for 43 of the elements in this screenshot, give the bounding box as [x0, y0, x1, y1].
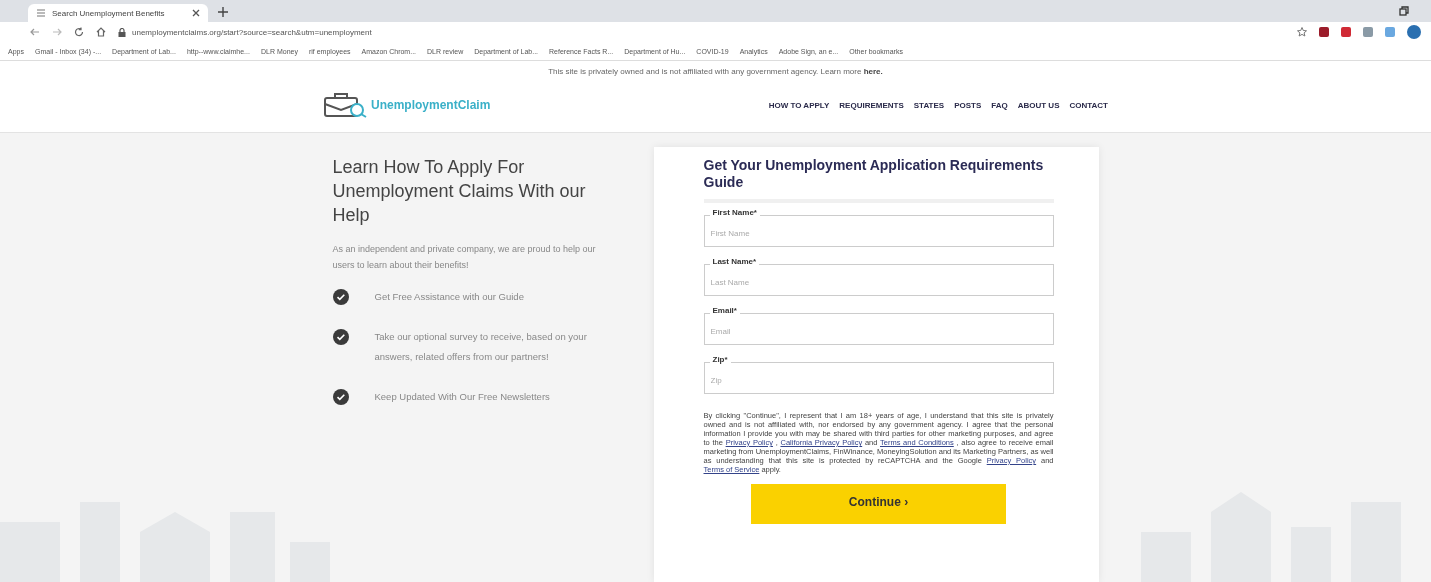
check-circle-icon — [332, 289, 349, 305]
tab-title: Search Unemployment Benefits — [52, 8, 166, 18]
nav-link[interactable]: FAQ — [991, 100, 1008, 110]
field-label: Email* — [709, 306, 740, 315]
feature-text: Take our optional survey to receive, based on your answers, related offers from our partners! — [374, 330, 588, 364]
star-icon[interactable] — [1297, 27, 1307, 37]
lock-icon — [118, 27, 126, 37]
input-field[interactable]: Email — [703, 313, 1054, 345]
feature-text: Keep Updated With Our Free Newsletters — [374, 390, 550, 404]
page-icon — [36, 8, 46, 18]
nav-link[interactable]: CONTACT — [1069, 100, 1108, 110]
close-icon[interactable] — [192, 9, 200, 17]
input-field[interactable]: Zip — [703, 362, 1054, 394]
input-field[interactable]: Last Name — [703, 264, 1054, 296]
continue-button[interactable]: Continue › — [751, 484, 1006, 524]
check-circle-icon — [332, 329, 349, 345]
nav-link[interactable]: HOW TO APPLY — [768, 100, 830, 110]
intro-heading: Learn How To Apply For Unemployment Claims With our Help — [332, 156, 587, 227]
nav-link[interactable]: POSTS — [954, 100, 982, 110]
field-label: Last Name* — [709, 257, 760, 266]
field-label: First Name* — [709, 208, 760, 217]
nav-link[interactable]: STATES — [913, 100, 945, 110]
intro-paragraph: As an independent and private company, we are proud to help our users to learn about their benefits! — [332, 243, 597, 272]
restore-window-icon[interactable] — [1399, 6, 1409, 16]
disclaimer-text: This site is privately owned and is not affiliated with any government agency. Learn more — [548, 67, 862, 76]
nav-link[interactable]: REQUIREMENTS — [839, 100, 904, 110]
check-circle-icon — [332, 389, 349, 405]
new-tab-icon[interactable] — [218, 7, 228, 17]
field-label: Zip* — [709, 355, 731, 364]
extension-icon[interactable] — [1341, 27, 1351, 37]
browser-tab[interactable]: Search Unemployment Benefits — [28, 4, 208, 22]
back-icon[interactable] — [30, 27, 40, 37]
reload-icon[interactable] — [74, 27, 84, 37]
feature-text: Get Free Assistance with our Guide — [374, 290, 524, 304]
nav-link[interactable]: ABOUT US — [1017, 100, 1060, 110]
form-title: Get Your Unemployment Application Requirements Guide — [703, 157, 1045, 191]
extension-icon[interactable] — [1319, 27, 1329, 37]
home-icon[interactable] — [96, 27, 106, 37]
profile-avatar[interactable] — [1407, 25, 1421, 39]
briefcase-logo-icon — [323, 92, 367, 118]
learn-more-link[interactable]: here. — [863, 67, 883, 76]
input-field[interactable]: First Name — [703, 215, 1054, 247]
url-text[interactable]: unemploymentclaims.org/start?source=search&utm=unemployment — [132, 27, 372, 37]
